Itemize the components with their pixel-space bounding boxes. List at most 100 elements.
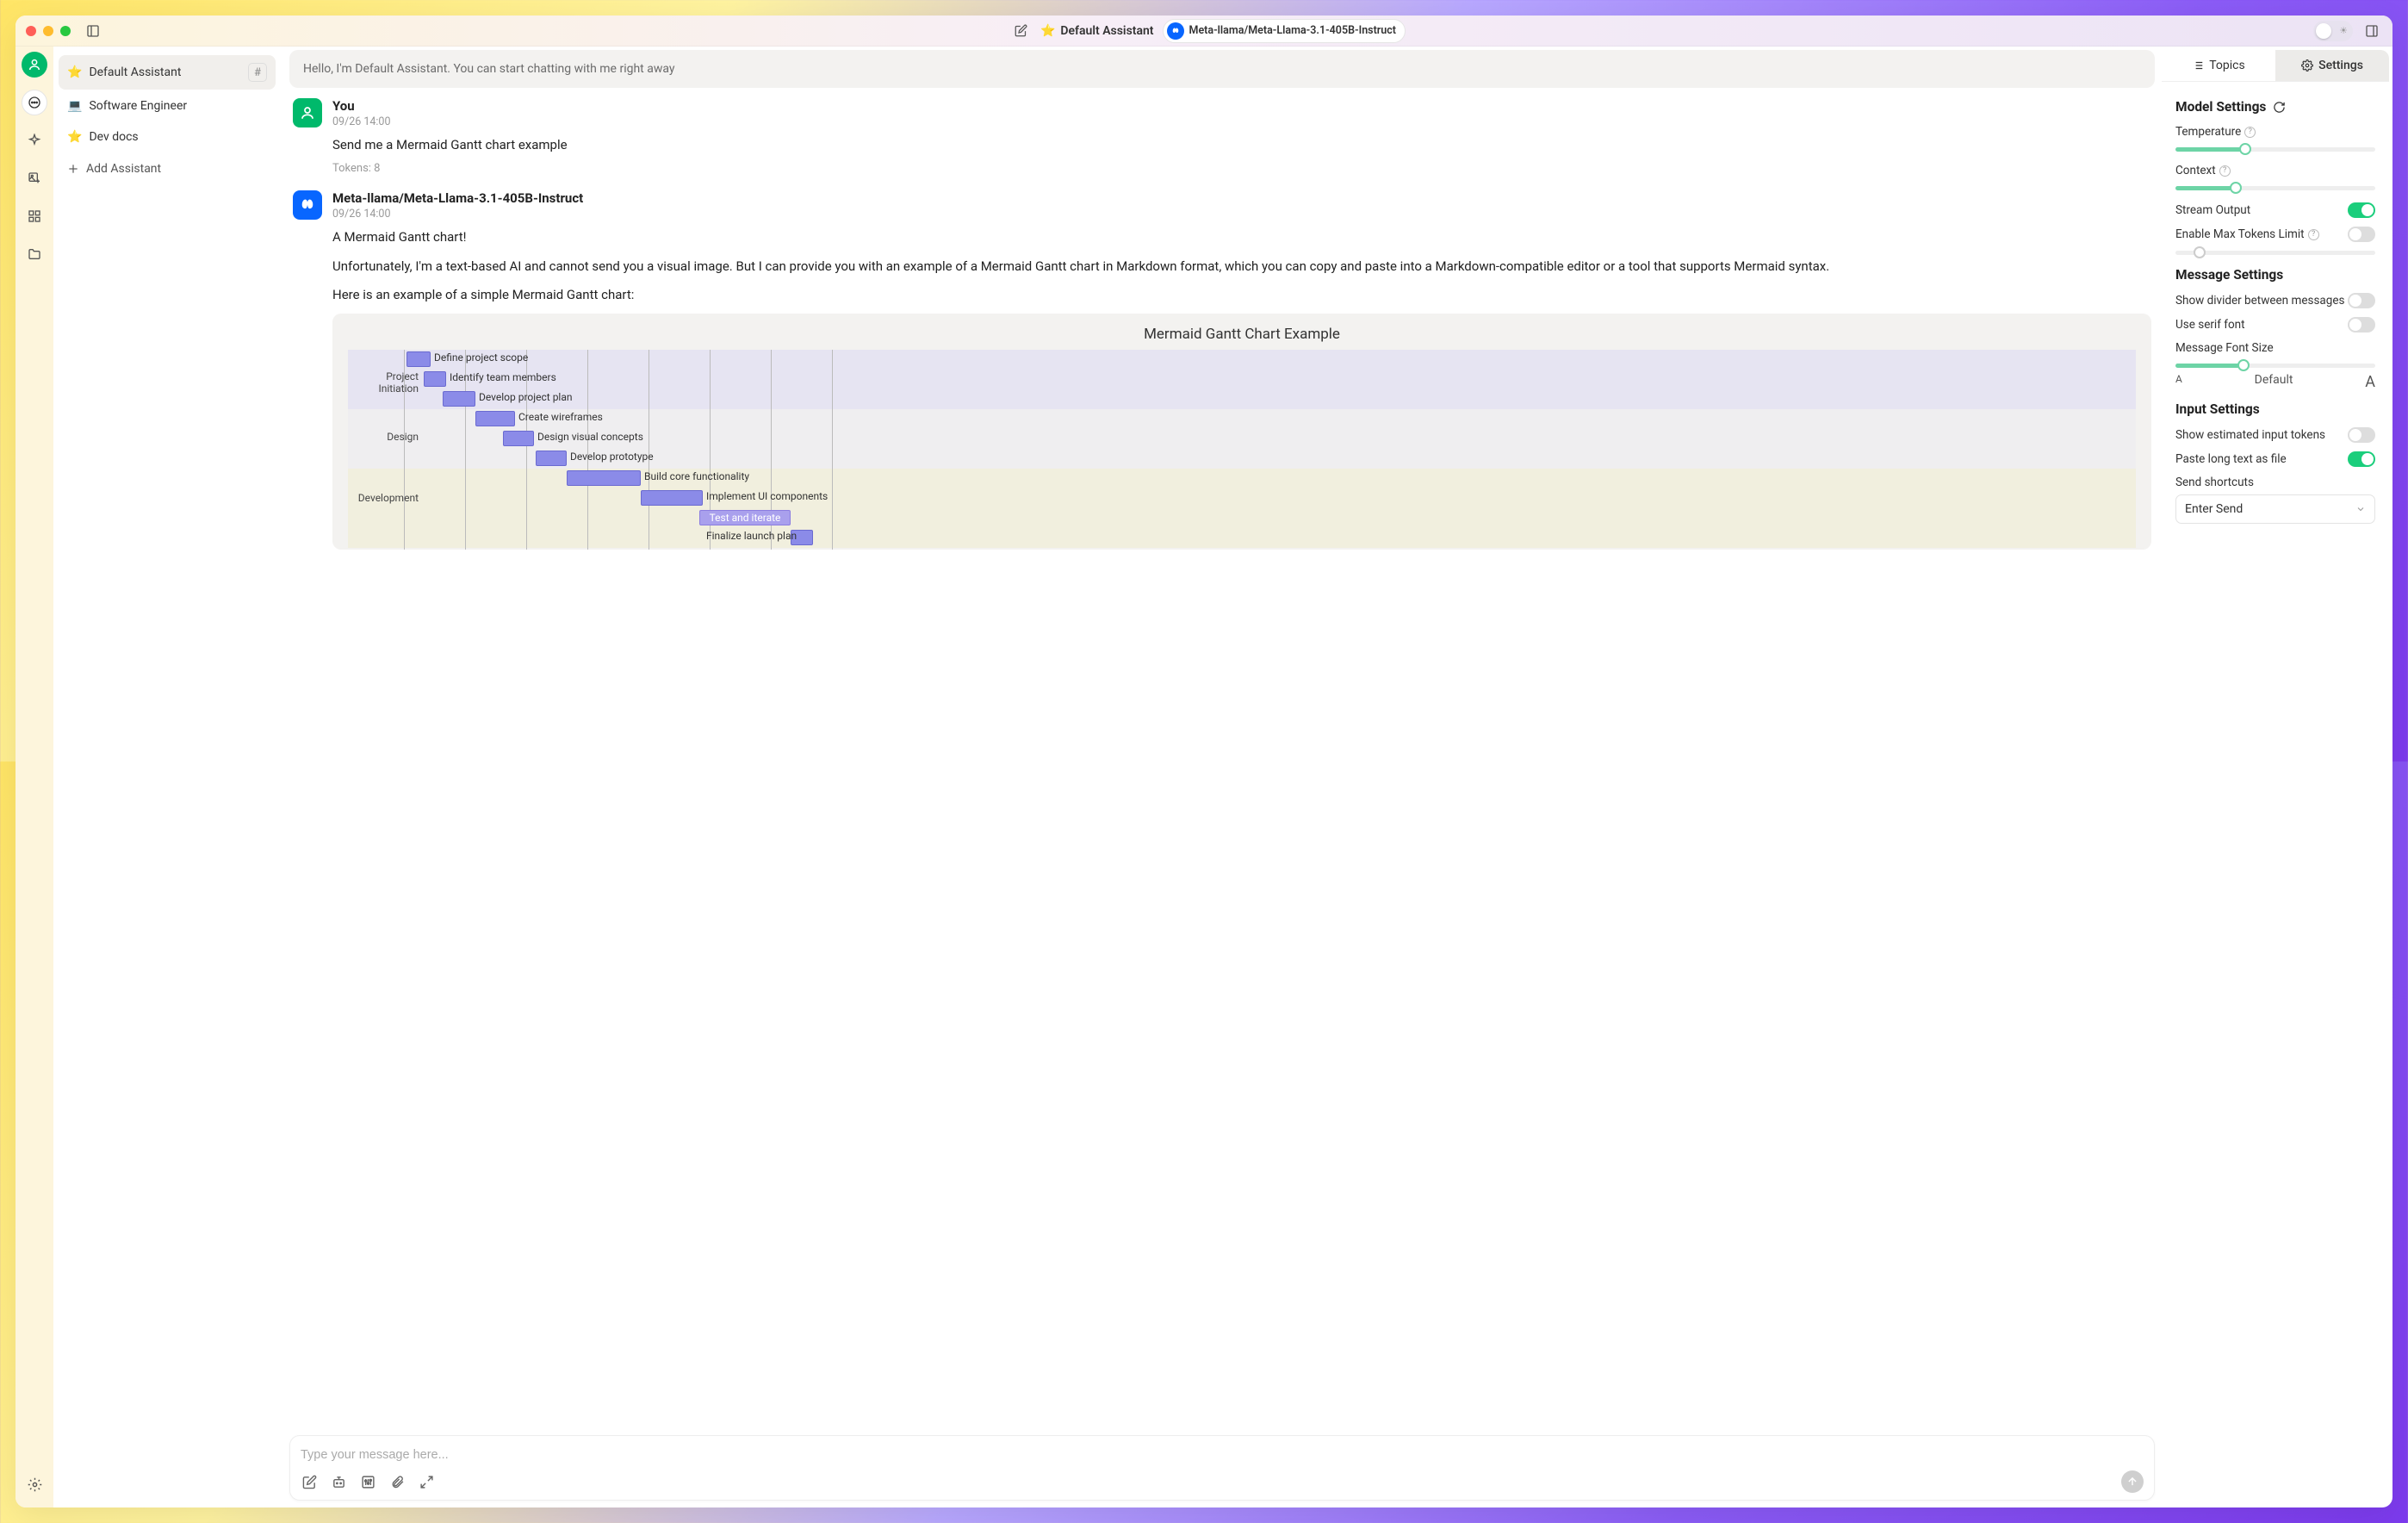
gantt-bar (475, 411, 515, 426)
input-settings-heading: Input Settings (2175, 401, 2375, 417)
stream-output-toggle[interactable] (2348, 202, 2375, 218)
send-button[interactable] (2121, 1470, 2144, 1493)
gantt-chart: Mermaid Gantt Chart Example (332, 314, 2151, 550)
chat-nav[interactable] (22, 90, 47, 115)
star-icon: ⭐ (1040, 24, 1055, 38)
edit-icon[interactable] (1011, 21, 1032, 41)
serif-label: Use serif font (2175, 318, 2245, 332)
max-tokens-label: Enable Max Tokens Limit ? (2175, 227, 2319, 241)
message-list: You 09/26 14:00 Send me a Mermaid Gantt … (289, 98, 2155, 1435)
settings-panel: Topics Settings Model Settings Temperatu… (2162, 50, 2389, 1502)
gantt-bar (503, 431, 534, 446)
gantt-bar (424, 371, 446, 387)
new-chat-icon[interactable] (301, 1473, 318, 1490)
assistant-item-dev-docs[interactable]: ⭐ Dev docs (59, 122, 276, 152)
bot-icon[interactable] (330, 1473, 347, 1490)
expand-icon[interactable] (418, 1473, 435, 1490)
files-nav[interactable] (22, 241, 47, 267)
star-icon: ⭐ (67, 65, 82, 79)
message-input[interactable] (301, 1445, 2144, 1470)
gantt-title: Mermaid Gantt Chart Example (332, 326, 2151, 343)
divider-toggle[interactable] (2348, 293, 2375, 308)
laptop-icon: 💻 (67, 99, 82, 113)
context-slider[interactable] (2175, 186, 2375, 190)
theme-toggle[interactable]: ☀ (2313, 21, 2353, 41)
message-paragraph: Here is an example of a simple Mermaid G… (332, 285, 2151, 305)
tab-settings[interactable]: Settings (2275, 50, 2389, 81)
message-text: A Mermaid Gantt chart! Unfortunately, I'… (332, 227, 2151, 305)
temperature-label: Temperature ? (2175, 125, 2256, 139)
apps-nav[interactable] (22, 203, 47, 229)
gantt-bar-label: Develop project plan (479, 391, 573, 403)
gantt-bar-label: Build core functionality (644, 470, 749, 482)
message-paragraph: Unfortunately, I'm a text-based AI and c… (332, 257, 2151, 277)
font-size-slider[interactable] (2175, 364, 2375, 368)
gantt-bar (641, 490, 703, 506)
sliders-icon[interactable] (359, 1473, 376, 1490)
max-tokens-slider[interactable] (2175, 251, 2375, 255)
attachment-icon[interactable] (388, 1473, 406, 1490)
sidebar-toggle-icon[interactable] (83, 21, 103, 41)
profile-button[interactable] (22, 52, 47, 78)
gantt-section-label: Project Initiation (348, 370, 425, 395)
assistant-list: ⭐ Default Assistant # 💻 Software Enginee… (53, 50, 281, 1502)
close-window[interactable] (26, 26, 36, 36)
help-icon[interactable]: ? (2308, 229, 2319, 240)
nav-rail (16, 47, 53, 1507)
shortcuts-select[interactable]: Enter Send (2175, 494, 2375, 524)
minimize-window[interactable] (43, 26, 53, 36)
paste-file-toggle[interactable] (2348, 451, 2375, 467)
divider-label: Show divider between messages (2175, 294, 2344, 308)
add-assistant-button[interactable]: Add Assistant (59, 153, 276, 184)
stream-output-label: Stream Output (2175, 203, 2250, 217)
max-tokens-toggle[interactable] (2348, 227, 2375, 242)
gantt-section-label: Design (348, 431, 425, 443)
help-icon[interactable]: ? (2244, 127, 2256, 138)
font-size-label: Message Font Size (2175, 341, 2274, 355)
gantt-bar-label: Finalize launch plan (706, 530, 797, 542)
greeting-banner: Hello, I'm Default Assistant. You can st… (289, 50, 2155, 88)
composer (289, 1435, 2155, 1501)
serif-toggle[interactable] (2348, 317, 2375, 333)
maximize-window[interactable] (60, 26, 71, 36)
gantt-bar (407, 351, 431, 367)
assistant-item-label: Software Engineer (89, 99, 187, 113)
message-settings-heading: Message Settings (2175, 267, 2375, 283)
refresh-icon[interactable] (2273, 101, 2286, 114)
assistant-title: ⭐ Default Assistant (1040, 24, 1154, 38)
message-time: 09/26 14:00 (332, 115, 2151, 128)
tab-label: Topics (2209, 59, 2244, 72)
gantt-section-label: Development (348, 492, 425, 504)
gantt-bar-label: Implement UI components (706, 490, 828, 502)
model-name: Meta-llama/Meta-Llama-3.1-405B-Instruct (1189, 24, 1397, 37)
image-nav[interactable] (22, 165, 47, 191)
gantt-bar-label: Create wireframes (518, 411, 603, 423)
est-tokens-toggle[interactable] (2348, 427, 2375, 443)
model-chip[interactable]: Meta-llama/Meta-Llama-3.1-405B-Instruct (1163, 19, 1406, 43)
message-time: 09/26 14:00 (332, 208, 2151, 221)
right-panel-toggle-icon[interactable] (2361, 21, 2382, 41)
font-size-range: ADefaultA (2175, 373, 2375, 391)
sun-icon: ☀ (2339, 25, 2348, 36)
gantt-body: Project Initiation Design Development De… (348, 350, 2136, 550)
gantt-bar-label: Develop prototype (570, 451, 654, 463)
gantt-bar (443, 391, 475, 407)
assistant-item-software-engineer[interactable]: 💻 Software Engineer (59, 91, 276, 121)
gantt-bar-active: Test and iterate (699, 510, 791, 525)
tab-topics[interactable]: Topics (2162, 50, 2275, 81)
window-controls[interactable] (26, 26, 71, 36)
message-assistant: Meta-llama/Meta-Llama-3.1-405B-Instruct … (293, 190, 2151, 550)
model-settings-heading: Model Settings (2175, 99, 2375, 115)
shortcuts-label: Send shortcuts (2175, 476, 2254, 489)
sparkle-nav[interactable] (22, 127, 47, 153)
help-icon[interactable]: ? (2219, 165, 2231, 177)
assistant-item-default[interactable]: ⭐ Default Assistant # (59, 55, 276, 90)
temperature-slider[interactable] (2175, 147, 2375, 152)
message-text: Send me a Mermaid Gantt chart example (332, 135, 2151, 155)
hash-icon[interactable]: # (248, 63, 267, 82)
gantt-bar (567, 470, 641, 486)
message-author: You (332, 98, 2151, 114)
context-label: Context ? (2175, 164, 2231, 177)
token-count: Tokens: 8 (332, 162, 2151, 175)
settings-nav[interactable] (22, 1471, 47, 1497)
